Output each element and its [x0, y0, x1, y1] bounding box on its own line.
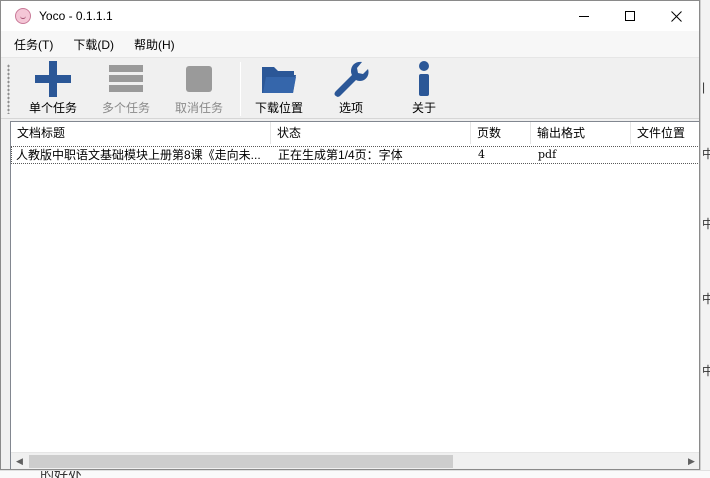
cell-title: 人教版中职语文基础模块上册第8课《走向未...: [16, 148, 261, 162]
column-header-title[interactable]: 文档标题: [11, 122, 271, 144]
scroll-right-icon[interactable]: ▶: [683, 453, 699, 469]
options-label: 选项: [338, 101, 363, 115]
list-header: 文档标题 状态 页数 输出格式 文件位置: [11, 122, 699, 144]
window-title: Yoco - 0.1.1.1: [39, 9, 113, 23]
plus-icon: [35, 61, 71, 97]
menu-bar: 任务(T) 下载(D) 帮助(H): [1, 31, 699, 57]
app-logo-icon: [15, 8, 31, 24]
about-label: 关于: [411, 101, 436, 115]
window-controls: [561, 1, 699, 31]
single-task-label: 单个任务: [28, 101, 77, 115]
info-icon: [419, 61, 429, 96]
scroll-left-icon[interactable]: ◀: [11, 453, 28, 469]
column-header-location[interactable]: 文件位置: [631, 122, 699, 144]
minimize-button[interactable]: [561, 1, 607, 31]
multi-task-label: 多个任务: [101, 101, 150, 115]
toolbar-separator: [240, 62, 241, 116]
close-button[interactable]: [653, 1, 699, 31]
list-icon: [109, 65, 143, 92]
download-location-label: 下载位置: [254, 101, 303, 115]
cancel-task-label: 取消任务: [174, 101, 223, 115]
folder-icon: [262, 67, 296, 93]
maximize-button[interactable]: [607, 1, 653, 31]
task-list[interactable]: 文档标题 状态 页数 输出格式 文件位置 人教版中职语文基础模块上册第8课《走向…: [10, 121, 699, 469]
column-header-pages[interactable]: 页数: [471, 122, 531, 144]
column-header-status[interactable]: 状态: [271, 122, 471, 144]
cell-pages: 4: [478, 148, 485, 161]
title-bar: Yoco - 0.1.1.1: [1, 1, 699, 31]
stop-icon: [186, 66, 212, 92]
about-button[interactable]: 关于: [394, 60, 454, 116]
toolbar: 单个任务 多个任务 取消任务 下载位置 选项 关于: [1, 57, 699, 119]
menu-task[interactable]: 任务(T): [14, 36, 53, 53]
column-header-format[interactable]: 输出格式: [531, 122, 631, 144]
table-row[interactable]: 人教版中职语文基础模块上册第8课《走向未... 正在生成第1/4页：字体 4 p…: [11, 146, 699, 164]
download-location-button[interactable]: 下载位置: [249, 60, 309, 116]
scrollbar-thumb[interactable]: [29, 455, 453, 468]
background-window-bottom: 的好处: [0, 470, 710, 478]
cell-format: pdf: [538, 148, 557, 161]
cancel-task-button[interactable]: 取消任务: [169, 60, 229, 116]
cell-status: 正在生成第1/4页：字体: [278, 148, 403, 162]
menu-download[interactable]: 下载(D): [73, 36, 114, 53]
menu-help[interactable]: 帮助(H): [134, 36, 175, 53]
horizontal-scrollbar[interactable]: ◀ ▶: [11, 452, 699, 469]
minimize-icon: [579, 16, 589, 17]
toolbar-grip[interactable]: [7, 64, 10, 114]
single-task-button[interactable]: 单个任务: [23, 60, 83, 116]
cell-location: [632, 147, 699, 163]
close-icon: [670, 10, 682, 22]
background-window-right: | 中 中 中 中: [700, 0, 710, 478]
wrench-icon: [334, 61, 369, 97]
options-button[interactable]: 选项: [321, 60, 381, 116]
app-window: Yoco - 0.1.1.1 任务(T) 下载(D) 帮助(H) 单个任务 多个…: [0, 0, 700, 470]
maximize-icon: [625, 11, 635, 21]
multi-task-button[interactable]: 多个任务: [96, 60, 156, 116]
